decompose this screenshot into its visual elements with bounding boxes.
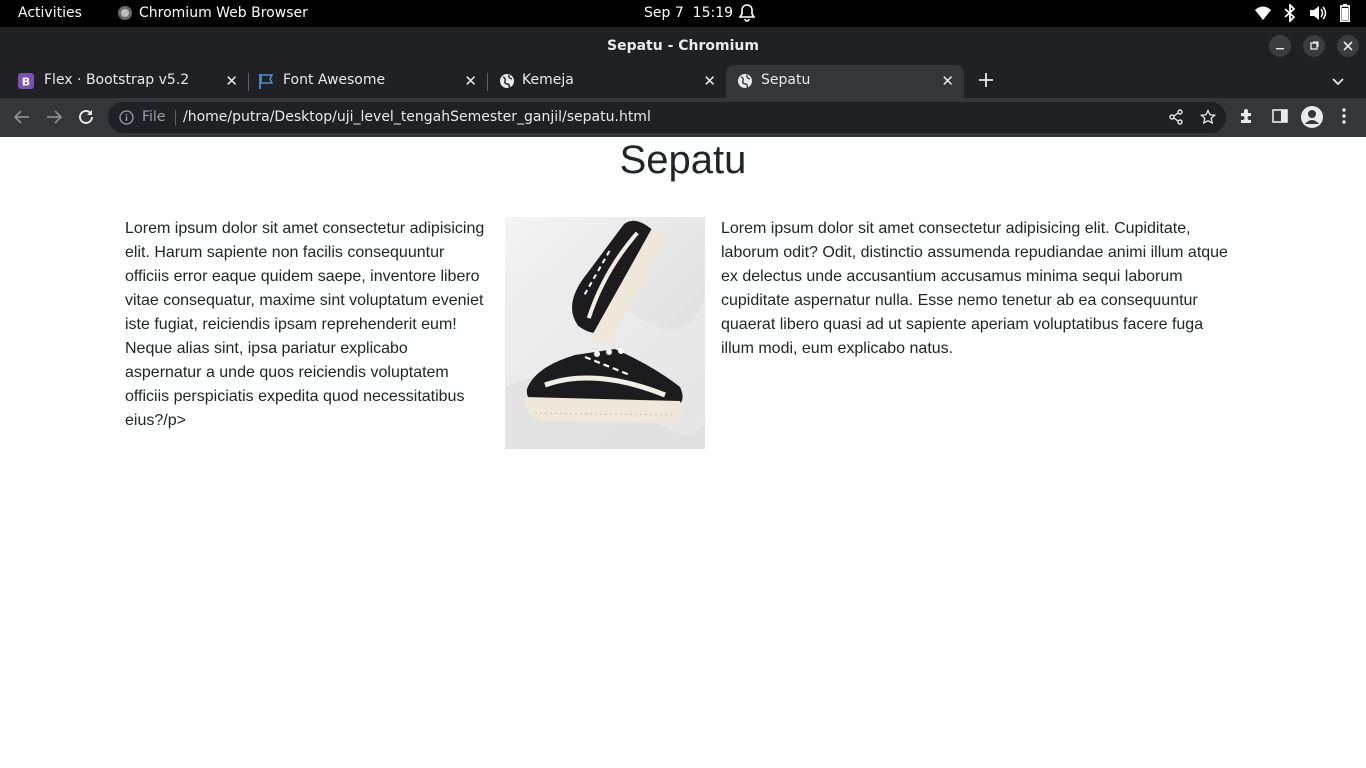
tab-flex-bootstrap[interactable]: B Flex · Bootstrap v5.2 ✕ (0, 65, 249, 98)
forward-button[interactable] (44, 107, 64, 131)
star-icon[interactable] (1199, 108, 1217, 129)
kebab-menu-icon (1342, 108, 1346, 124)
tab-label: Sepatu (761, 72, 811, 88)
system-top-bar: Activities Chromium Web Browser Sep 7 15… (0, 0, 1366, 27)
window-title: Sepatu - Chromium (607, 38, 759, 54)
address-separator (175, 110, 176, 126)
wifi-icon (1255, 5, 1271, 21)
left-paragraph: Lorem ipsum dolor sit amet consectetur a… (125, 220, 485, 429)
tab-sepatu[interactable]: Sepatu ✕ (726, 65, 964, 98)
arrow-right-icon (47, 110, 63, 124)
tab-label: Flex · Bootstrap v5.2 (44, 72, 190, 88)
tab-font-awesome[interactable]: Font Awesome ✕ (248, 65, 488, 98)
tab-close-icon[interactable]: ✕ (941, 72, 954, 90)
url-text[interactable]: /home/putra/Desktop/uji_level_tengahSeme… (183, 109, 651, 125)
minimize-icon (1276, 48, 1284, 50)
tab-label: Font Awesome (283, 72, 386, 88)
clock[interactable]: Sep 7 15:19 (644, 5, 733, 21)
activities-button[interactable]: Activities (18, 5, 82, 21)
browser-toolbar: File /home/putra/Desktop/uji_level_tenga… (0, 98, 1366, 137)
reload-button[interactable] (76, 107, 96, 131)
page-viewport: Sepatu Lorem ipsum dolor sit amet consec… (0, 137, 1366, 768)
minimize-button[interactable] (1269, 35, 1291, 57)
bluetooth-icon (1284, 4, 1296, 22)
puzzle-icon (1241, 109, 1251, 123)
restore-icon (1310, 41, 1319, 50)
globe-icon (737, 73, 753, 89)
chevron-down-icon (1332, 78, 1344, 86)
page-title: Sepatu (619, 138, 747, 182)
globe-icon (499, 73, 515, 89)
side-panel-icon (1272, 109, 1288, 123)
tab-close-icon[interactable]: ✕ (225, 72, 238, 90)
address-bar[interactable]: File /home/putra/Desktop/uji_level_tenga… (108, 102, 1226, 133)
close-window-button[interactable] (1337, 35, 1359, 57)
battery-icon (1340, 4, 1350, 22)
shoe-image (505, 217, 705, 449)
tab-search-button[interactable] (1330, 73, 1346, 93)
tab-close-icon[interactable]: ✕ (464, 72, 477, 90)
app-menu[interactable]: Chromium Web Browser (118, 5, 308, 21)
profile-button[interactable] (1300, 105, 1324, 133)
arrow-left-icon (13, 110, 29, 124)
plus-icon (979, 73, 993, 87)
menu-button[interactable] (1336, 107, 1352, 129)
side-panel-button[interactable] (1271, 107, 1289, 129)
window-title-bar: Sepatu - Chromium (0, 27, 1366, 65)
right-paragraph: Lorem ipsum dolor sit amet consectetur a… (721, 220, 1228, 357)
info-icon[interactable] (119, 110, 134, 129)
chromium-icon (118, 6, 132, 20)
share-icon[interactable] (1168, 109, 1184, 129)
tab-strip: B Flex · Bootstrap v5.2 ✕ Font Awesome ✕… (0, 65, 1366, 98)
close-icon (1343, 41, 1353, 51)
tab-label: Kemeja (522, 72, 574, 88)
tab-kemeja[interactable]: Kemeja ✕ (487, 65, 726, 98)
scheme-label: File (142, 109, 166, 125)
clock-date: Sep 7 (644, 5, 684, 21)
app-menu-label: Chromium Web Browser (139, 5, 308, 21)
reload-icon (79, 110, 93, 124)
avatar-icon (1301, 106, 1323, 128)
flag-icon (258, 73, 274, 89)
bell-icon[interactable] (738, 4, 756, 26)
back-button[interactable] (12, 107, 32, 131)
tab-close-icon[interactable]: ✕ (703, 72, 716, 90)
clock-time: 15:19 (692, 5, 734, 21)
svg-text:B: B (22, 76, 30, 89)
system-tray[interactable] (1255, 4, 1350, 22)
extensions-button[interactable] (1238, 107, 1256, 129)
volume-icon (1309, 5, 1327, 21)
new-tab-button[interactable] (977, 70, 995, 95)
restore-button[interactable] (1303, 35, 1325, 57)
bootstrap-icon: B (18, 73, 34, 89)
